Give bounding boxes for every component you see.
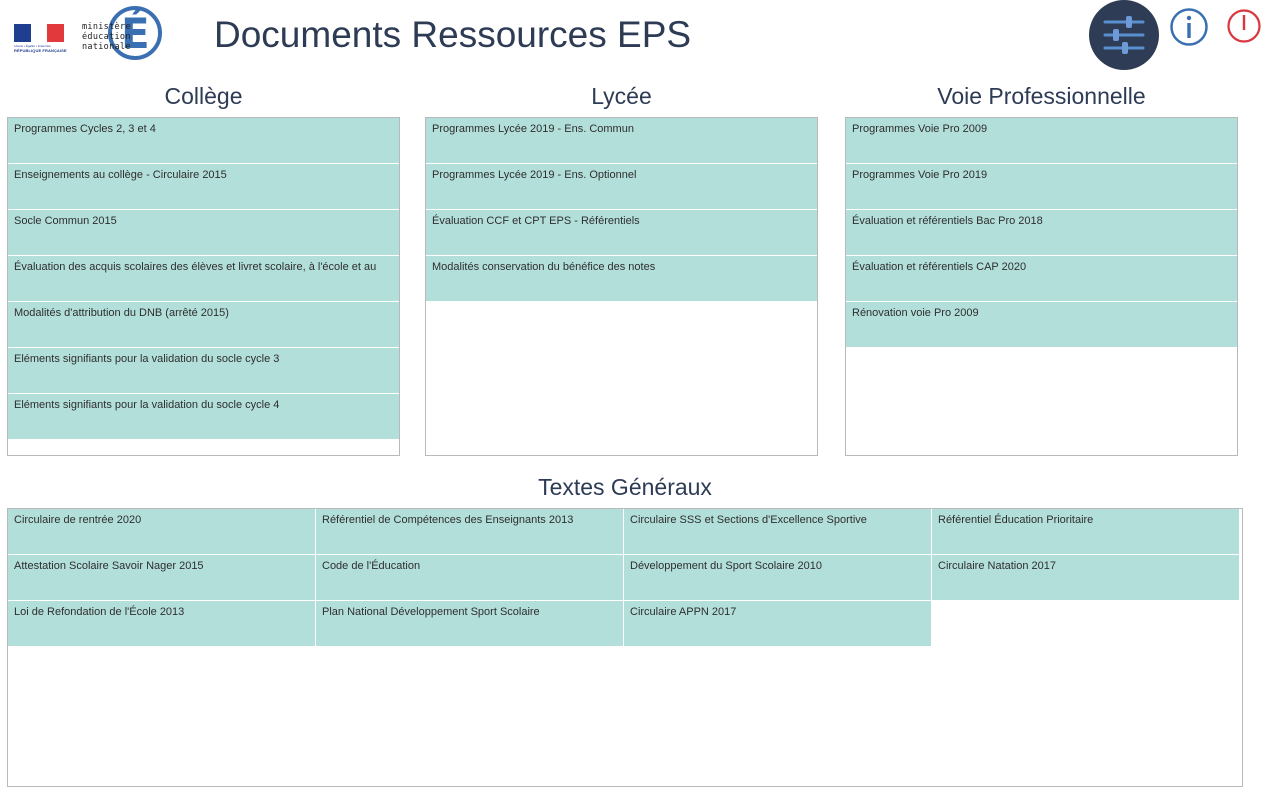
textes-generaux-title: Textes Généraux [538,474,712,500]
list-item[interactable]: Modalités conservation du bénéfice des n… [426,256,817,302]
grid-item[interactable]: Circulaire Natation 2017 [932,555,1240,601]
lycee-title: Lycée [591,83,652,109]
grid-item[interactable]: Référentiel Éducation Prioritaire [932,509,1240,555]
grid-item[interactable]: Circulaire de rentrée 2020 [8,509,316,555]
grid-item[interactable]: Référentiel de Compétences des Enseignan… [316,509,624,555]
list-item[interactable]: Programmes Lycée 2019 - Ens. Commun [426,118,817,164]
power-icon [1227,9,1261,43]
list-item[interactable]: Eléments signifiants pour la validation … [8,348,399,394]
list-item[interactable]: Socle Commun 2015 [8,210,399,256]
info-icon [1170,8,1208,46]
textes-generaux-grid: Circulaire de rentrée 2020 Référentiel d… [8,509,1242,647]
info-button[interactable] [1169,7,1209,47]
ministry-line: nationale [82,42,131,52]
grid-item[interactable]: Attestation Scolaire Savoir Nager 2015 [8,555,316,601]
grid-item[interactable]: Code de l'Éducation [316,555,624,601]
college-title: Collège [164,83,243,109]
list-item[interactable]: Évaluation et référentiels Bac Pro 2018 [846,210,1237,256]
voie-pro-panel: Programmes Voie Pro 2009 Programmes Voie… [845,117,1238,456]
grid-item[interactable]: Circulaire APPN 2017 [624,601,932,647]
french-flag-icon [14,24,65,42]
grid-item[interactable]: Loi de Refondation de l'École 2013 [8,601,316,647]
list-item[interactable]: Eléments signifiants pour la validation … [8,394,399,440]
list-item[interactable]: Évaluation et référentiels CAP 2020 [846,256,1237,302]
power-button[interactable] [1226,8,1262,44]
grid-item[interactable]: Développement du Sport Scolaire 2010 [624,555,932,601]
list-item[interactable]: Programmes Lycée 2019 - Ens. Optionnel [426,164,817,210]
ministry-text: ministère éducation nationale [82,22,131,52]
ministry-line: éducation [82,32,131,42]
list-item[interactable]: Modalités d'attribution du DNB (arrêté 2… [8,302,399,348]
college-panel: Programmes Cycles 2, 3 et 4 Enseignement… [7,117,400,456]
grid-item[interactable]: Plan National Développement Sport Scolai… [316,601,624,647]
settings-button[interactable] [1089,0,1159,70]
lycee-panel: Programmes Lycée 2019 - Ens. Commun Prog… [425,117,818,456]
list-item[interactable]: Enseignements au collège - Circulaire 20… [8,164,399,210]
grid-item[interactable]: Circulaire SSS et Sections d'Excellence … [624,509,932,555]
settings-sliders-icon [1103,16,1145,54]
page-title: Documents Ressources EPS [214,14,692,55]
flag-caption: RÉPUBLIQUE FRANÇAISE [14,48,67,53]
ministry-line: ministère [82,22,131,32]
list-item[interactable]: Rénovation voie Pro 2009 [846,302,1237,348]
republique-francaise-logo: Liberté • Égalité • Fraternité RÉPUBLIQU… [14,24,68,56]
list-item[interactable]: Programmes Cycles 2, 3 et 4 [8,118,399,164]
textes-generaux-panel: Circulaire de rentrée 2020 Référentiel d… [7,508,1243,787]
header: Liberté • Égalité • Fraternité RÉPUBLIQU… [0,0,1276,80]
list-item[interactable]: Évaluation des acquis scolaires des élèv… [8,256,399,302]
list-item[interactable]: Programmes Voie Pro 2019 [846,164,1237,210]
voie-pro-title: Voie Professionnelle [937,83,1146,109]
list-item[interactable]: Évaluation CCF et CPT EPS - Référentiels [426,210,817,256]
list-item[interactable]: Programmes Voie Pro 2009 [846,118,1237,164]
ministry-logo: É ministère éducation nationale [82,0,174,72]
